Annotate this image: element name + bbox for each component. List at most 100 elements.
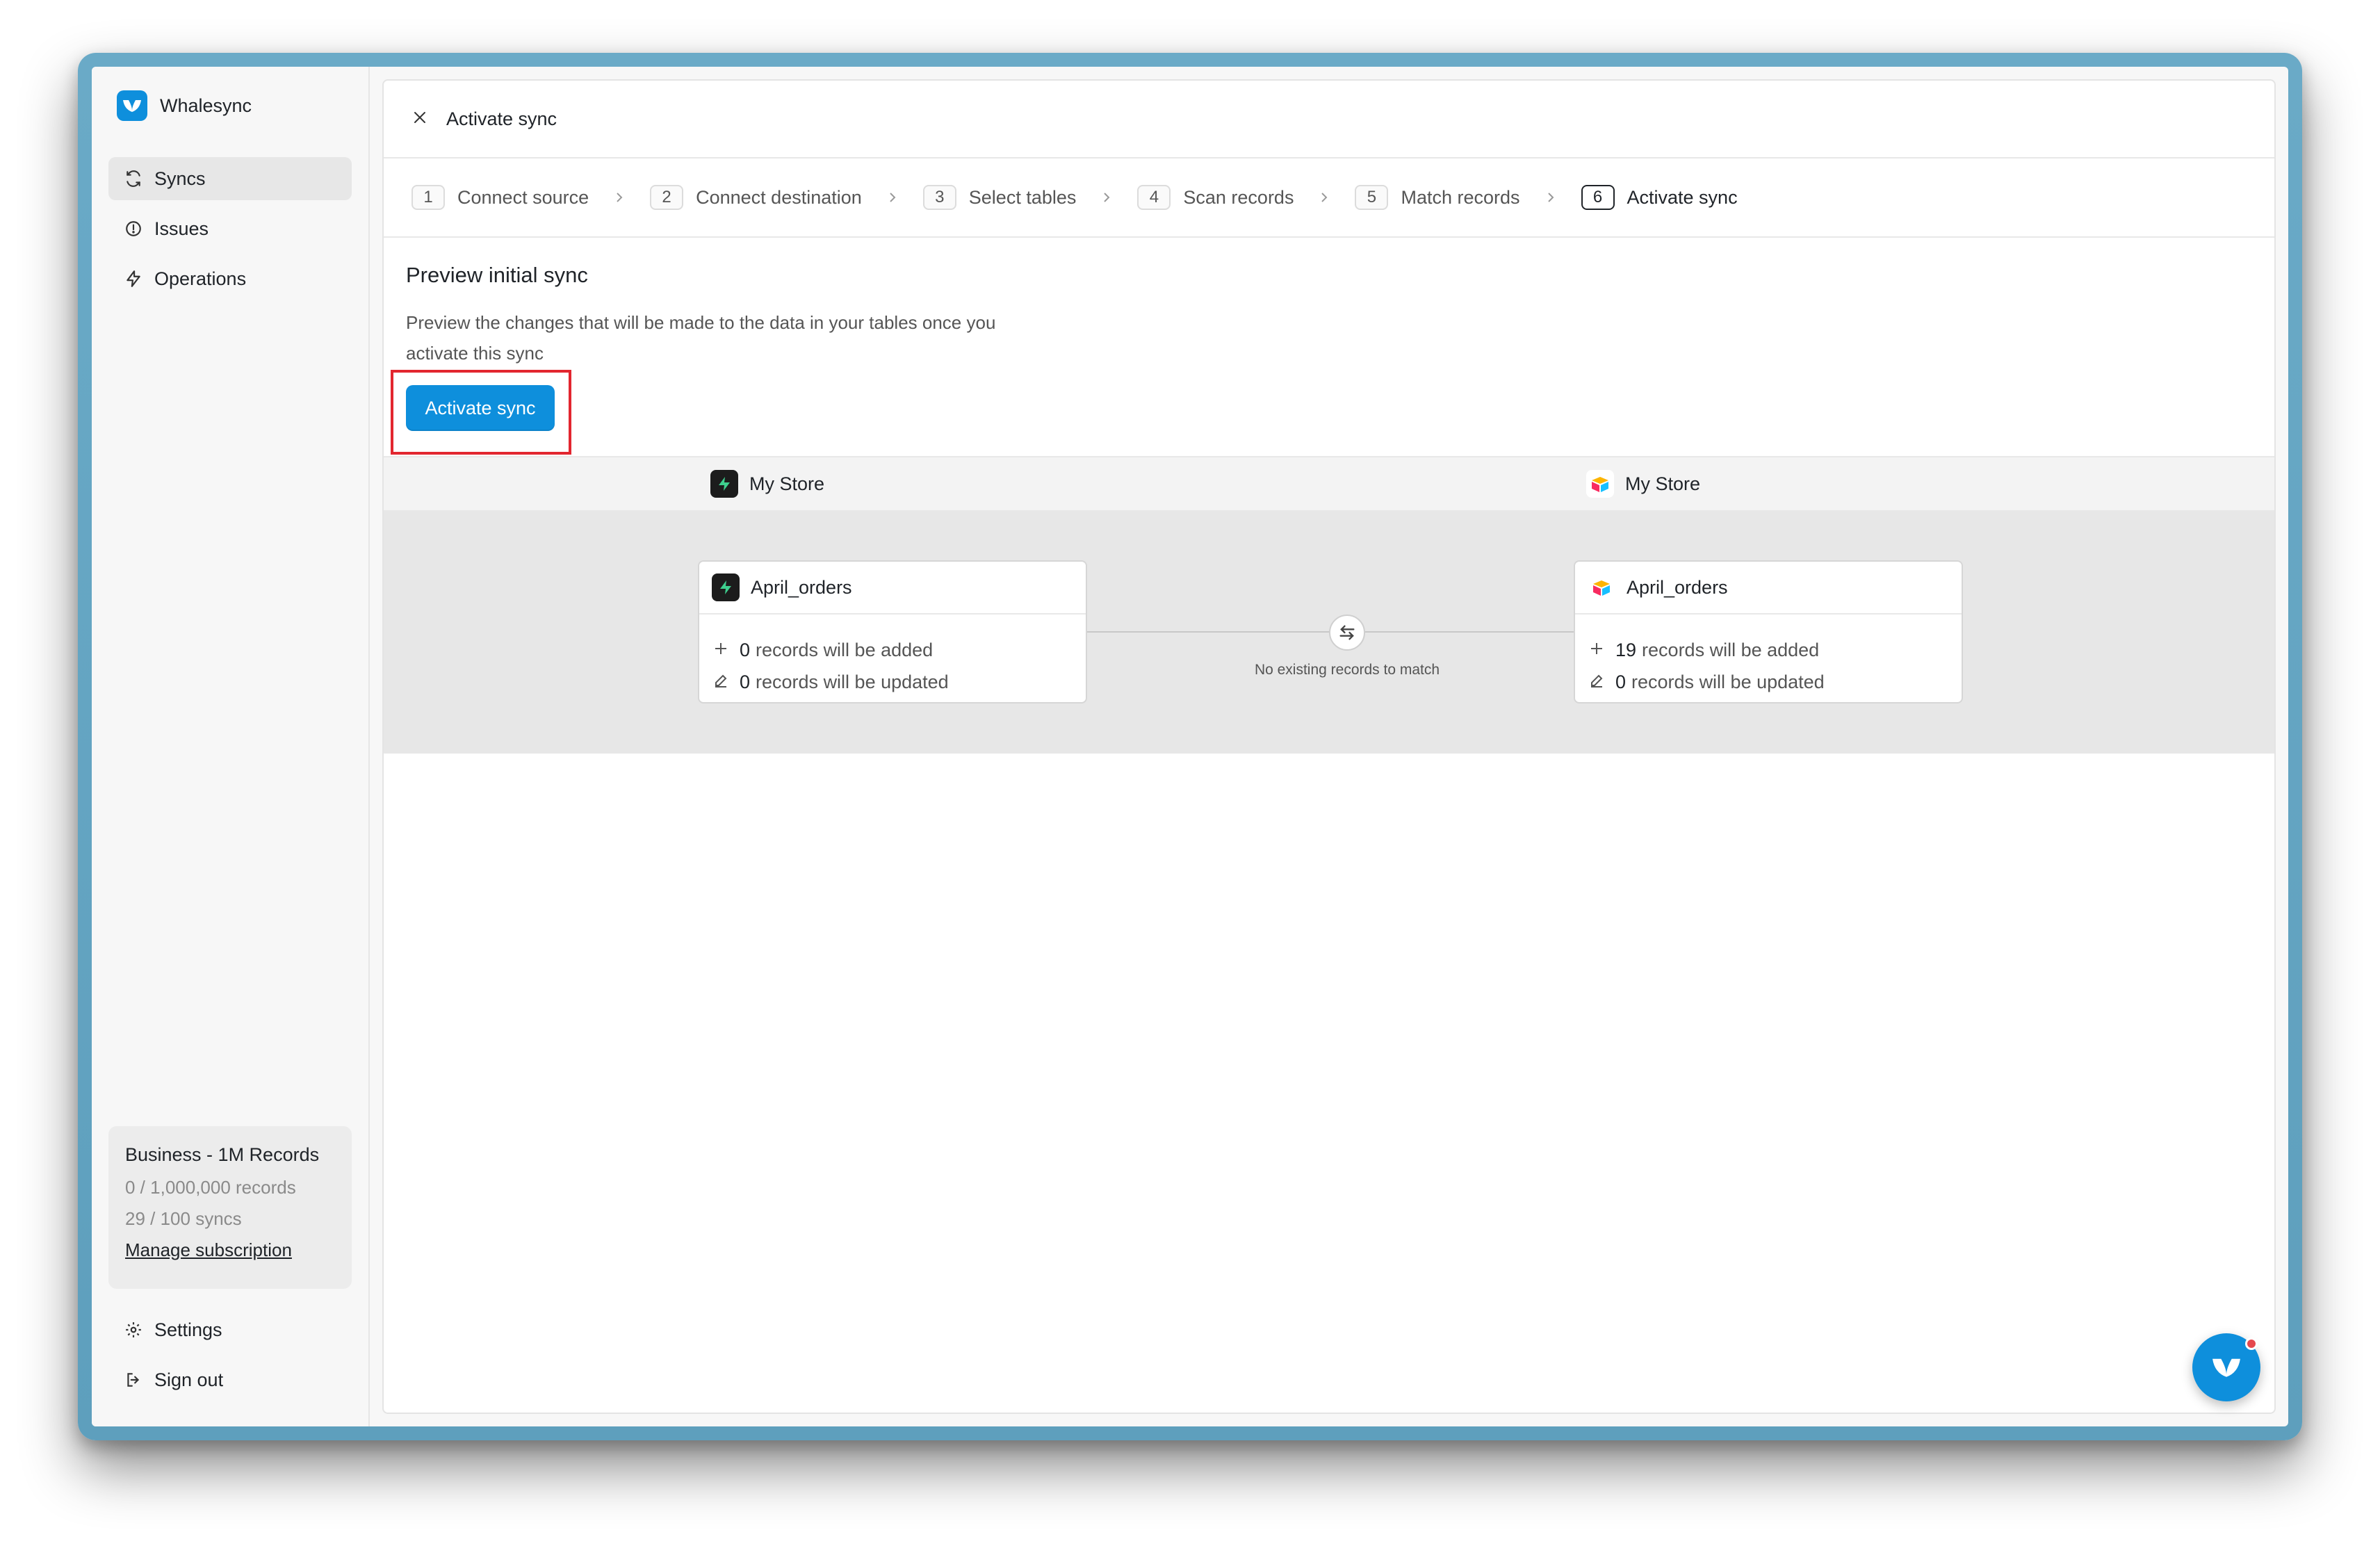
- sidebar-bottom-nav: Settings Sign out: [108, 1308, 352, 1408]
- sidebar-item-label: Settings: [154, 1319, 222, 1340]
- preview-section: Preview initial sync Preview the changes…: [384, 238, 2274, 456]
- sidebar-item-label: Syncs: [154, 168, 206, 189]
- manage-subscription-link[interactable]: Manage subscription: [125, 1239, 292, 1260]
- pencil-icon: [1589, 672, 1604, 693]
- records-added-row: 19 records will be added: [1575, 634, 1962, 666]
- brand[interactable]: Whalesync: [117, 90, 252, 121]
- step-number: 5: [1355, 185, 1389, 210]
- step-select-tables[interactable]: 3 Select tables: [922, 185, 1077, 210]
- app-window-frame: Whalesync Syncs Issues Operations Busine…: [78, 53, 2302, 1440]
- whalesync-logo-icon: [117, 90, 147, 121]
- brand-name: Whalesync: [160, 95, 252, 116]
- added-text: records will be added: [756, 639, 934, 660]
- step-label: Connect source: [457, 186, 589, 208]
- step-number: 3: [922, 185, 956, 210]
- records-added-row: 0 records will be added: [699, 634, 1086, 666]
- records-updated-row: 0 records will be updated: [699, 666, 1086, 698]
- topbar: Activate sync: [384, 81, 2274, 158]
- whalesync-chat-icon: [2212, 1358, 2240, 1377]
- app-window: Whalesync Syncs Issues Operations Busine…: [92, 67, 2288, 1426]
- plan-records-usage: 0 / 1,000,000 records: [125, 1177, 296, 1198]
- sidebar-item-operations[interactable]: Operations: [108, 257, 352, 300]
- source-table-card[interactable]: April_orders 0 records will be added 0 r…: [698, 560, 1087, 703]
- step-label: Scan records: [1183, 186, 1294, 208]
- updated-text: records will be updated: [756, 671, 949, 692]
- plan-title: Business - 1M Records: [125, 1144, 320, 1165]
- step-number: 6: [1581, 185, 1615, 210]
- bolt-icon: [124, 269, 143, 288]
- updated-text: records will be updated: [1631, 671, 1825, 692]
- notification-dot: [2245, 1337, 2258, 1350]
- card-rows: 0 records will be added 0 records will b…: [699, 615, 1086, 698]
- table-name: April_orders: [1627, 576, 1728, 598]
- airtable-icon: [1586, 470, 1614, 498]
- close-icon[interactable]: [411, 109, 428, 129]
- refresh-icon: [124, 169, 143, 188]
- source-store-header: My Store: [710, 470, 824, 498]
- chevron-right-icon: [1319, 190, 1330, 204]
- card-rows: 19 records will be added 0 records will …: [1575, 615, 1962, 698]
- step-connect-source[interactable]: 1 Connect source: [411, 185, 589, 210]
- gear-icon: [124, 1320, 143, 1340]
- sidebar-item-label: Issues: [154, 218, 209, 239]
- chat-launcher-button[interactable]: [2192, 1333, 2260, 1401]
- sidebar-item-settings[interactable]: Settings: [108, 1308, 352, 1351]
- step-label: Match records: [1401, 186, 1520, 208]
- updated-count: 0: [1615, 671, 1627, 692]
- card-header: April_orders: [699, 562, 1086, 615]
- sidebar-item-label: Sign out: [154, 1369, 224, 1390]
- sidebar-item-issues[interactable]: Issues: [108, 207, 352, 250]
- step-scan-records[interactable]: 4 Scan records: [1137, 185, 1294, 210]
- destination-store-header: My Store: [1586, 470, 1700, 498]
- updated-count: 0: [740, 671, 751, 692]
- supabase-icon: [712, 573, 740, 601]
- preview-title: Preview initial sync: [406, 263, 588, 287]
- plus-icon: [1589, 640, 1604, 661]
- sign-out-icon: [124, 1370, 143, 1390]
- table-name: April_orders: [751, 576, 852, 598]
- added-count: 0: [740, 639, 751, 660]
- connector-line-left: [1087, 631, 1329, 633]
- records-updated-row: 0 records will be updated: [1575, 666, 1962, 698]
- sidebar-item-label: Operations: [154, 268, 247, 289]
- step-number: 2: [650, 185, 684, 210]
- destination-table-card[interactable]: April_orders 19 records will be added 0 …: [1574, 560, 1963, 703]
- step-label: Connect destination: [696, 186, 862, 208]
- added-text: records will be added: [1642, 639, 1820, 660]
- store-name: My Store: [749, 473, 825, 494]
- chevron-right-icon: [1101, 190, 1112, 204]
- step-label: Select tables: [968, 186, 1077, 208]
- preview-description: Preview the changes that will be made to…: [406, 312, 996, 364]
- alert-circle-icon: [124, 219, 143, 238]
- sidebar-nav: Syncs Issues Operations: [108, 157, 352, 307]
- step-label: Activate sync: [1627, 186, 1738, 208]
- stepper: 1 Connect source 2 Connect destination 3…: [384, 158, 2274, 238]
- store-name: My Store: [1625, 473, 1701, 494]
- supabase-icon: [710, 470, 738, 498]
- chevron-right-icon: [887, 190, 898, 204]
- pencil-icon: [713, 672, 728, 693]
- chevron-right-icon: [614, 190, 625, 204]
- step-number: 1: [411, 185, 445, 210]
- card-header: April_orders: [1575, 562, 1962, 615]
- swap-arrows-icon: [1329, 615, 1365, 651]
- plan-card: Business - 1M Records 0 / 1,000,000 reco…: [108, 1126, 352, 1289]
- sidebar-item-sign-out[interactable]: Sign out: [108, 1358, 352, 1401]
- airtable-icon: [1588, 573, 1615, 601]
- sync-preview-canvas: April_orders 0 records will be added 0 r…: [384, 510, 2274, 754]
- column-headers: My Store My Store: [384, 456, 2274, 510]
- step-connect-destination[interactable]: 2 Connect destination: [650, 185, 862, 210]
- activate-sync-button[interactable]: Activate sync: [406, 385, 555, 431]
- plus-icon: [713, 640, 728, 661]
- match-status-label: No existing records to match: [1254, 662, 1440, 678]
- page-title: Activate sync: [446, 108, 557, 129]
- connector-line-right: [1365, 631, 1607, 633]
- plan-syncs-usage: 29 / 100 syncs: [125, 1208, 242, 1229]
- step-match-records[interactable]: 5 Match records: [1355, 185, 1520, 210]
- main-panel: Activate sync 1 Connect source 2 Connect…: [382, 79, 2276, 1414]
- step-activate-sync[interactable]: 6 Activate sync: [1581, 185, 1738, 210]
- sidebar: Whalesync Syncs Issues Operations Busine…: [92, 67, 370, 1426]
- step-number: 4: [1137, 185, 1171, 210]
- chevron-right-icon: [1545, 190, 1556, 204]
- sidebar-item-syncs[interactable]: Syncs: [108, 157, 352, 200]
